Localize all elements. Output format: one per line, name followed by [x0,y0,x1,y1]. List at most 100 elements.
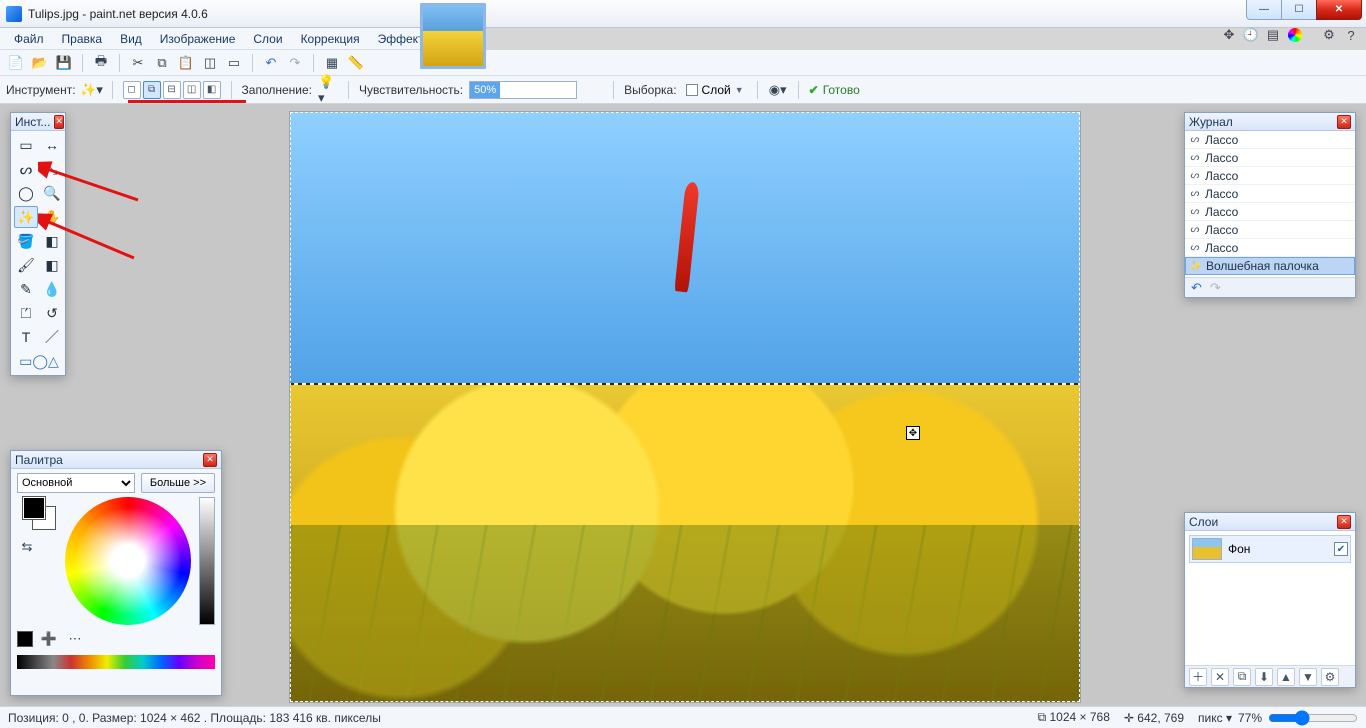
close-button[interactable]: ✕ [1316,0,1362,20]
history-item[interactable]: ᔕЛассо [1185,167,1355,185]
zoom-tool[interactable]: 🔍 [40,182,64,204]
history-item[interactable]: ᔕЛассо [1185,203,1355,221]
colors-panel-header[interactable]: Палитра ✕ [11,451,221,469]
save-icon[interactable]: 💾 [54,53,74,73]
redo-icon[interactable]: ↷ [1210,280,1221,296]
deselect-icon[interactable]: ▭ [224,53,244,73]
color-target-dropdown[interactable]: Основной [17,473,135,493]
units-dropdown[interactable]: пикс ▾ [1198,711,1232,725]
rectangle-select-tool[interactable]: ▭ [14,134,38,156]
colors-toggle-icon[interactable] [1286,26,1304,44]
color-picker-tool[interactable]: 💧 [40,278,64,300]
lasso-tool[interactable]: ᔕ [14,158,38,180]
layers-toggle-icon[interactable]: ▤ [1264,26,1282,44]
close-icon[interactable]: ✕ [54,115,64,129]
history-item[interactable]: ᔕЛассо [1185,239,1355,257]
ruler-icon[interactable]: 📏 [346,53,366,73]
close-icon[interactable]: ✕ [1337,115,1351,129]
magic-wand-tool[interactable]: ✨ [14,206,38,228]
pan-tool[interactable]: ✋ [40,206,64,228]
palette-add-icon[interactable]: ➕ [39,629,59,649]
layer-item[interactable]: Фон ✔ [1189,535,1351,563]
paste-icon[interactable]: 📋 [176,53,196,73]
layers-panel-header[interactable]: Слои ✕ [1185,513,1355,531]
brush-tool[interactable]: 🖌 [14,254,38,276]
canvas[interactable]: ✥ [290,112,1080,702]
selection-invert-icon[interactable]: ◧ [203,81,221,99]
flood-mode-icon[interactable]: 💡▾ [318,80,338,100]
palette-menu-icon[interactable]: ⋯ [65,629,85,649]
copy-icon[interactable]: ⧉ [152,53,172,73]
layer-list[interactable]: Фон ✔ [1185,531,1355,665]
history-toggle-icon[interactable]: 🕘 [1242,26,1260,44]
undo-icon[interactable]: ↶ [261,53,281,73]
paint-bucket-tool[interactable]: 🪣 [14,230,38,252]
menu-layers[interactable]: Слои [245,30,290,48]
selection-intersect-icon[interactable]: ◫ [183,81,201,99]
open-icon[interactable]: 📂 [30,53,50,73]
menu-edit[interactable]: Правка [54,30,111,48]
gradient-tool[interactable]: ◧ [40,230,64,252]
swatch-pair[interactable] [23,497,57,531]
delete-layer-icon[interactable]: ✕ [1211,668,1229,686]
help-icon[interactable]: ? [1342,26,1360,44]
history-item[interactable]: ᔕЛассо [1185,131,1355,149]
layer-properties-icon[interactable]: ⚙ [1321,668,1339,686]
print-icon[interactable]: 🖶 [91,53,111,73]
history-panel-header[interactable]: Журнал ✕ [1185,113,1355,131]
new-icon[interactable]: 📄 [6,53,26,73]
active-tool-icon[interactable]: ✨▾ [82,80,102,100]
history-item[interactable]: ᔕЛассо [1185,185,1355,203]
shapes-tool[interactable]: ▭◯△ [14,350,64,372]
value-slider[interactable] [199,497,215,625]
pencil-tool[interactable]: ✎ [14,278,38,300]
layer-visibility-checkbox[interactable]: ✔ [1334,542,1348,556]
recolor-tool[interactable]: ↺ [40,302,64,324]
selection-add-icon[interactable]: ⧉ [143,81,161,99]
tools-toggle-icon[interactable]: ✥ [1220,26,1238,44]
move-up-icon[interactable]: ▲ [1277,668,1295,686]
tolerance-slider[interactable]: 50% [469,81,577,99]
primary-color-swatch[interactable] [23,497,45,519]
menu-image[interactable]: Изображение [152,30,244,48]
history-item[interactable]: ᔕЛассо [1185,149,1355,167]
move-down-icon[interactable]: ▼ [1299,668,1317,686]
zoom-slider[interactable] [1268,710,1358,726]
settings-icon[interactable]: ⚙ [1320,26,1338,44]
cut-icon[interactable]: ✂ [128,53,148,73]
color-wheel[interactable] [65,497,191,625]
duplicate-layer-icon[interactable]: ⧉ [1233,668,1251,686]
palette-strip[interactable] [17,655,215,669]
commit-button[interactable]: Готово [809,83,860,97]
crop-icon[interactable]: ◫ [200,53,220,73]
redo-icon[interactable]: ↷ [285,53,305,73]
move-tool[interactable]: ↔ [40,134,64,156]
tools-panel-header[interactable]: Инст... ✕ [11,113,65,131]
menu-view[interactable]: Вид [112,30,150,48]
clone-stamp-tool[interactable]: ⏍ [14,302,38,324]
selection-replace-icon[interactable]: ◻ [123,81,141,99]
swap-colors-icon[interactable]: ⇆ [17,537,37,557]
history-list[interactable]: ᔕЛассо ᔕЛассо ᔕЛассо ᔕЛассо ᔕЛассо ᔕЛасс… [1185,131,1355,277]
line-tool[interactable]: ／ [40,326,64,348]
selection-subtract-icon[interactable]: ⊟ [163,81,181,99]
eraser-tool[interactable]: ◧ [40,254,64,276]
menu-file[interactable]: Файл [6,30,52,48]
history-item-current[interactable]: ✨Волшебная палочка [1185,257,1355,275]
maximize-button[interactable]: ☐ [1281,0,1317,20]
add-layer-icon[interactable]: ＋ [1189,668,1207,686]
sample-mode-icon[interactable]: ◉▾ [768,80,788,100]
history-item[interactable]: ᔕЛассо [1185,221,1355,239]
ellipse-select-tool[interactable]: ◯ [14,182,38,204]
minimize-button[interactable]: — [1246,0,1282,20]
merge-down-icon[interactable]: ⬇ [1255,668,1273,686]
text-tool[interactable]: T [14,326,38,348]
more-button[interactable]: Больше >> [141,473,215,493]
close-icon[interactable]: ✕ [1337,515,1351,529]
undo-icon[interactable]: ↶ [1191,280,1202,296]
grid-icon[interactable]: ▦ [322,53,342,73]
menu-adjustments[interactable]: Коррекция [293,30,368,48]
close-icon[interactable]: ✕ [203,453,217,467]
document-thumbnail[interactable] [420,3,486,69]
move-selection-tool[interactable]: ⤡ [40,158,64,180]
